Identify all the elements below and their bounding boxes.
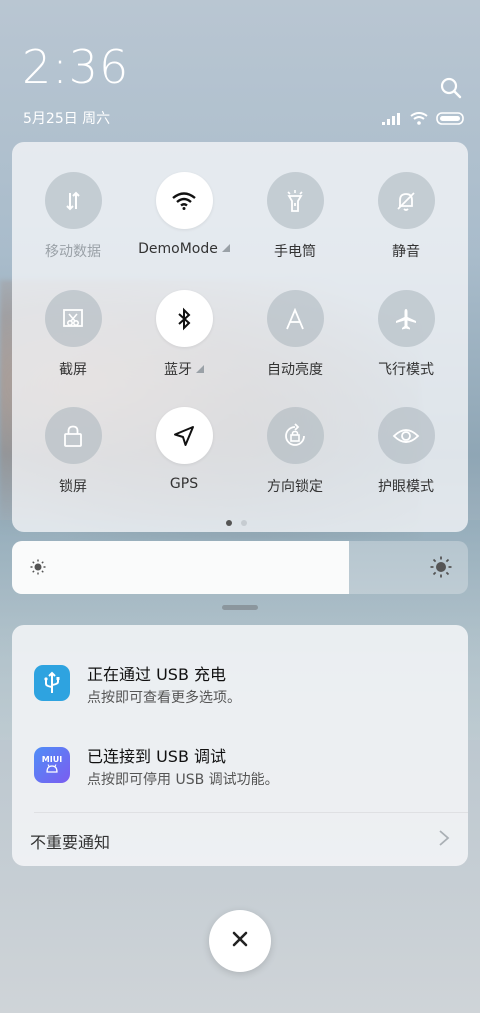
- tile-label: 静音: [392, 244, 420, 260]
- clock-date: 5月25日 周六: [23, 111, 111, 127]
- notification-panel: 正在通过 USB 充电 点按即可查看更多选项。 MIUI 已连接到 USB 调试…: [12, 625, 468, 866]
- tile-label: 截屏: [59, 362, 87, 378]
- page-dot-active: [226, 520, 232, 526]
- bluetooth-icon: [155, 290, 213, 347]
- rotation-lock-icon: [266, 407, 324, 464]
- usb-icon: [34, 665, 70, 701]
- miui-icon: MIUI: [34, 747, 70, 783]
- brightness-low-icon: [30, 559, 46, 579]
- lock-icon: [44, 407, 102, 464]
- search-icon[interactable]: [440, 77, 462, 99]
- page-dot: [241, 520, 247, 526]
- notification-usb-debugging[interactable]: MIUI 已连接到 USB 调试 点按即可停用 USB 调试功能。: [12, 739, 468, 809]
- tile-label: GPS: [169, 476, 199, 492]
- tile-label: 方向锁定: [267, 479, 323, 495]
- tile-rotation-lock[interactable]: 方向锁定: [240, 407, 350, 496]
- tile-mobile-data[interactable]: 移动数据: [18, 172, 128, 261]
- drag-handle[interactable]: [222, 605, 258, 610]
- tile-wifi[interactable]: DemoMode: [129, 172, 239, 257]
- eye-icon: [377, 407, 435, 464]
- miui-icon-text: MIUI: [41, 755, 63, 764]
- page-indicator: [226, 520, 247, 526]
- clock-time: 2:36: [22, 40, 130, 94]
- divider: [34, 812, 468, 813]
- tile-lock-screen[interactable]: 锁屏: [18, 407, 128, 496]
- expand-triangle-icon: [196, 365, 204, 373]
- tile-label: 自动亮度: [267, 362, 323, 378]
- notification-title: 已连接到 USB 调试: [87, 747, 227, 766]
- notification-usb-charging[interactable]: 正在通过 USB 充电 点按即可查看更多选项。: [12, 657, 468, 727]
- tile-airplane[interactable]: 飞行模式: [351, 290, 461, 379]
- expand-triangle-icon: [221, 244, 230, 252]
- wifi-status-icon: [410, 110, 428, 129]
- tile-label: 蓝牙: [164, 362, 192, 378]
- tile-label: DemoMode: [138, 241, 218, 257]
- wifi-icon: [155, 172, 213, 229]
- tile-label: 护眼模式: [378, 479, 434, 495]
- status-icons: [382, 110, 466, 129]
- brightness-slider[interactable]: [12, 541, 468, 594]
- flashlight-icon: [266, 172, 324, 229]
- tile-eye-care[interactable]: 护眼模式: [351, 407, 461, 496]
- tile-screenshot[interactable]: 截屏: [18, 290, 128, 379]
- tile-bluetooth[interactable]: 蓝牙: [129, 290, 239, 379]
- tile-label: 移动数据: [45, 244, 101, 260]
- chevron-right-icon[interactable]: [438, 829, 450, 851]
- mobile-data-icon: [44, 172, 102, 229]
- auto-brightness-icon: [266, 290, 324, 347]
- notification-title: 正在通过 USB 充电: [87, 665, 227, 684]
- tile-gps[interactable]: GPS: [129, 407, 239, 492]
- battery-icon: [436, 110, 466, 129]
- unimportant-notifications-label[interactable]: 不重要通知: [30, 829, 110, 853]
- close-icon: [231, 930, 249, 952]
- tile-label: 飞行模式: [378, 362, 434, 378]
- quick-settings-panel: 移动数据 DemoMode 手电筒 静音 截屏 蓝牙 自动亮度 飞行模式 锁屏 …: [12, 142, 468, 532]
- screenshot-icon: [44, 290, 102, 347]
- clear-all-button[interactable]: [209, 910, 271, 972]
- tile-mute[interactable]: 静音: [351, 172, 461, 261]
- notification-desc: 点按即可查看更多选项。: [87, 690, 241, 706]
- tile-label: 手电筒: [274, 244, 316, 260]
- brightness-high-icon: [430, 556, 452, 582]
- tile-auto-brightness[interactable]: 自动亮度: [240, 290, 350, 379]
- location-arrow-icon: [155, 407, 213, 464]
- mute-icon: [377, 172, 435, 229]
- notification-desc: 点按即可停用 USB 调试功能。: [87, 772, 279, 788]
- tile-flashlight[interactable]: 手电筒: [240, 172, 350, 261]
- tile-label: 锁屏: [59, 479, 87, 495]
- signal-icon: [382, 110, 402, 129]
- airplane-icon: [377, 290, 435, 347]
- brightness-fill: [12, 541, 350, 594]
